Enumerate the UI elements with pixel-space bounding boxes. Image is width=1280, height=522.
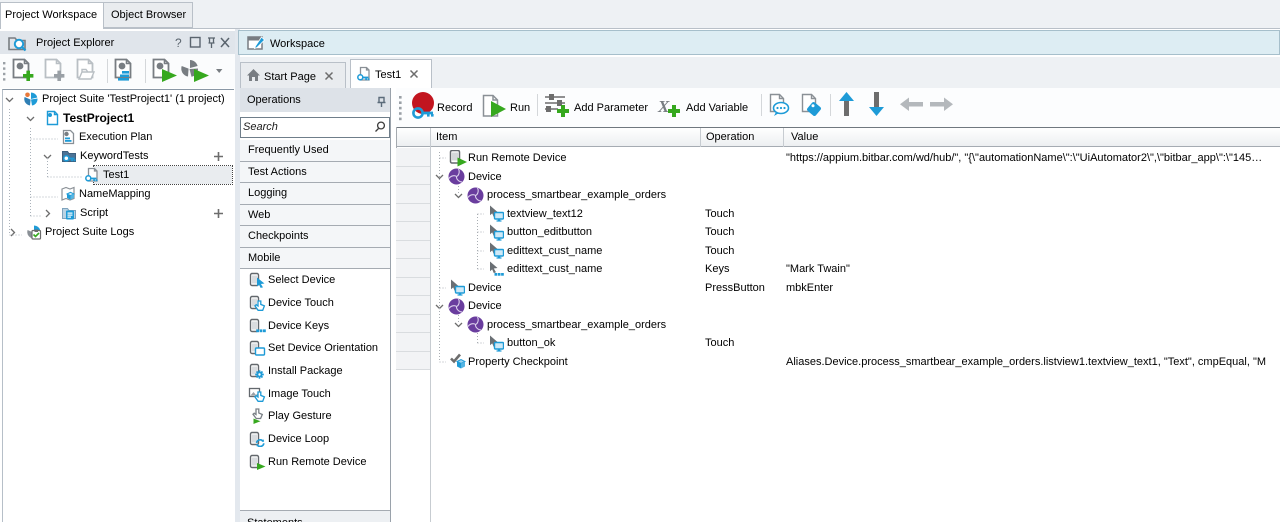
svg-text:X: X <box>657 97 670 116</box>
svg-text:Record: Record <box>437 102 472 114</box>
svg-text:Run: Run <box>510 102 530 114</box>
svg-text:Add Variable: Add Variable <box>686 102 748 114</box>
svg-text:Add Parameter: Add Parameter <box>574 102 648 114</box>
svg-text:?: ? <box>175 36 182 49</box>
